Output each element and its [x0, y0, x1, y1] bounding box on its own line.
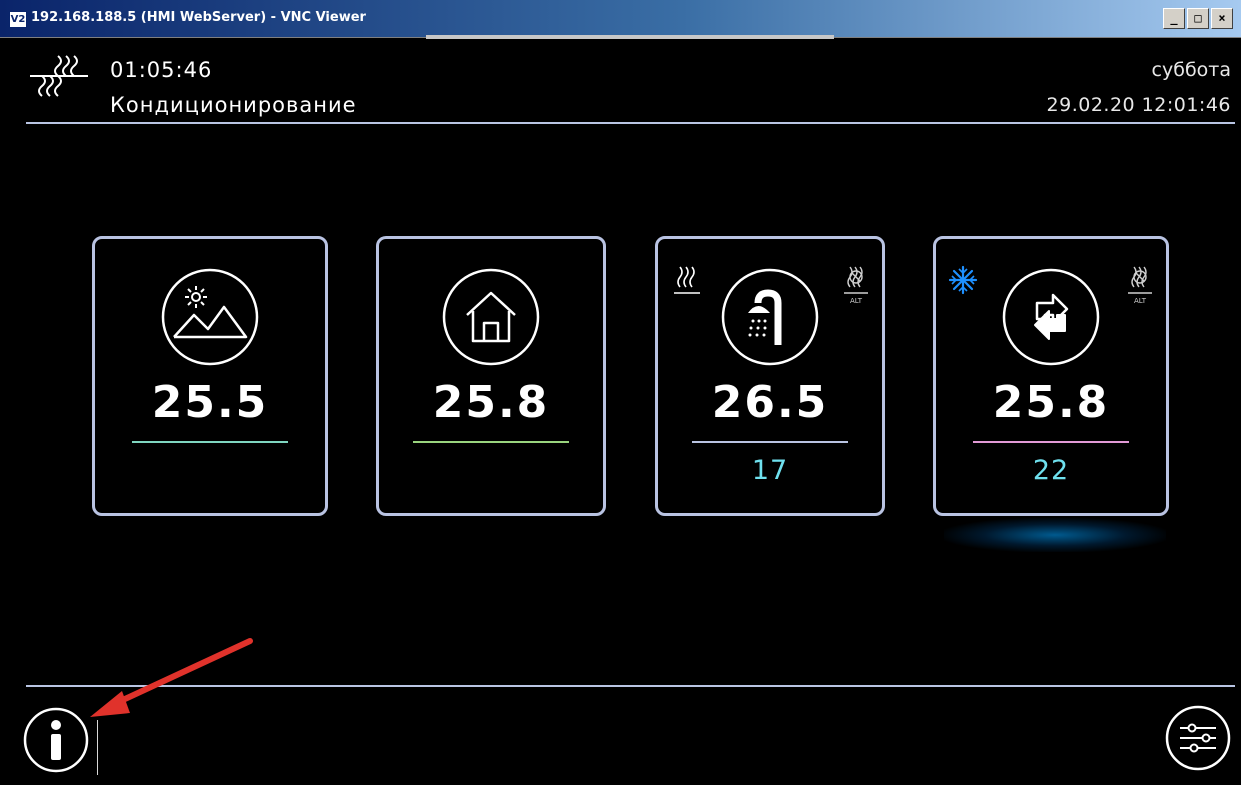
hot-water-temperature-value: 26.5: [711, 377, 829, 428]
heating-off-alt-icon: ALT: [844, 266, 868, 305]
settings-sliders-icon[interactable]: [1164, 704, 1232, 772]
recirculation-setpoint: 22: [1032, 455, 1070, 486]
titlebar-strip: [426, 35, 834, 39]
swap-arrows-icon: [1002, 268, 1100, 366]
window-title: 192.168.188.5 (HMI WebServer) - VNC View…: [31, 10, 366, 25]
mode-title: Кондиционирование: [110, 93, 357, 117]
minimize-button[interactable]: _: [1163, 8, 1185, 29]
snowflake-icon: [948, 265, 978, 295]
outdoor-mountains-sun-icon: [161, 268, 259, 366]
house-icon: [442, 268, 540, 366]
svg-text:ALT: ALT: [1134, 297, 1147, 305]
outdoor-temperature-value: 25.5: [151, 377, 269, 428]
recirculation-underline: [973, 441, 1129, 443]
active-card-glow: [944, 518, 1166, 552]
indoor-temperature-value: 25.8: [432, 377, 550, 428]
weekday-text: суббота: [1151, 59, 1231, 81]
svg-text:ALT: ALT: [850, 297, 863, 305]
timer-text: 01:05:46: [110, 58, 213, 82]
outdoor-underline: [132, 441, 288, 443]
maximize-button[interactable]: □: [1187, 8, 1209, 29]
card-hot-water[interactable]: ALT 26.5 17: [655, 236, 885, 516]
hot-water-setpoint: 17: [751, 455, 789, 486]
datetime-text: 29.02.20 12:01:46: [1046, 94, 1231, 116]
annotation-arrow-icon: [90, 638, 253, 717]
card-recirculation[interactable]: ALT 25.8 22: [933, 236, 1169, 516]
card-indoor-temperature[interactable]: 25.8: [376, 236, 606, 516]
hot-water-underline: [692, 441, 848, 443]
card-outdoor-temperature[interactable]: 25.5: [92, 236, 328, 516]
shower-icon: [721, 268, 819, 366]
indoor-underline: [413, 441, 569, 443]
window-controls: _ □ ×: [1161, 8, 1233, 29]
heating-waves-icon: [674, 266, 700, 294]
recirculation-temperature-value: 25.8: [992, 377, 1110, 428]
header-divider: [26, 122, 1235, 124]
close-button[interactable]: ×: [1211, 8, 1233, 29]
heating-waves-icon: [30, 55, 88, 97]
window-titlebar[interactable]: V2 192.168.188.5 (HMI WebServer) - VNC V…: [0, 0, 1241, 39]
vnc-app-icon: V2: [9, 11, 27, 28]
heating-off-alt-icon: ALT: [1128, 266, 1152, 305]
